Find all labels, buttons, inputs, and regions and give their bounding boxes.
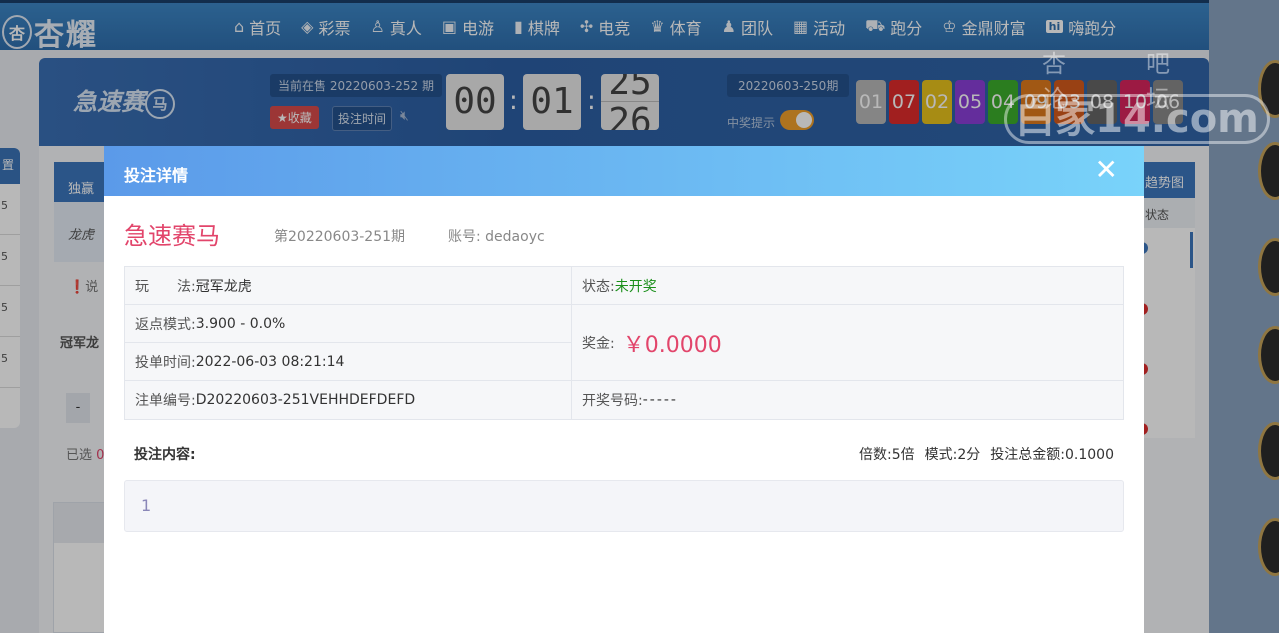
mode-value: 2分 (957, 447, 981, 463)
rebate-cell: 返点模式: 3.900 - 0.0% (125, 305, 571, 342)
status-cell: 状态: 未开奖 (572, 267, 1123, 304)
account-info: 账号: dedaoyc (448, 226, 545, 246)
bet-time-value: 2022-06-03 08:21:14 (195, 353, 345, 370)
multiple-value: 5倍 (891, 447, 915, 463)
draw-cell: 开奖号码: ----- (572, 381, 1123, 419)
order-label: 注单编号: (135, 393, 196, 409)
status-label: 状态: (582, 278, 615, 295)
play-cell: 玩 法: 冠军龙虎 (125, 267, 571, 304)
close-icon[interactable]: ✕ (1095, 155, 1118, 185)
modal-title: 投注详情 (124, 166, 189, 185)
rebate-value: 3.900 - 0.0% (195, 315, 286, 332)
mode-info: 模式:2分 (925, 444, 981, 464)
bet-meta: 倍数:5倍 模式:2分 投注总金额:0.1000 (859, 444, 1114, 464)
play-value: 冠军龙虎 (195, 278, 252, 295)
draw-value: ----- (642, 392, 678, 408)
status-value: 未开奖 (614, 278, 657, 295)
bet-info-table: 玩 法: 冠军龙虎 状态: 未开奖 返点模式: 3.900 - 0.0% 投单时间: 2… (124, 266, 1124, 420)
bet-time-label: 投单时间: (135, 354, 196, 371)
total-value: 0.1000 (1065, 447, 1114, 463)
account-value: dedaoyc (485, 229, 545, 245)
order-value: D20220603-251VEHHDEFDEFD (195, 392, 416, 408)
issue-number: 第20220603-251期 (274, 229, 406, 245)
bet-content-label: 投注内容: (134, 447, 196, 463)
bet-time-cell: 投单时间: 2022-06-03 08:21:14 (125, 343, 571, 380)
mode-label: 模式: (924, 447, 958, 463)
total-info: 投注总金额:0.1000 (990, 444, 1114, 464)
bet-content-box: 1 (124, 480, 1124, 532)
prize-value: ￥0.0000 (622, 332, 722, 358)
bet-detail-modal: 投注详情 ✕ 急速赛马 第20220603-251期 账号: dedaoyc 玩… (104, 146, 1144, 633)
multiple-label: 倍数: (859, 447, 892, 463)
game-name: 急速赛马 (124, 222, 220, 250)
draw-label: 开奖号码: (582, 393, 643, 409)
play-label: 玩 法: (135, 278, 196, 295)
rebate-label: 返点模式: (135, 316, 196, 333)
total-label: 投注总金额: (990, 447, 1065, 463)
prize-cell: 奖金: ￥0.0000 (572, 305, 1123, 380)
prize-label: 奖金: (582, 335, 615, 352)
multiple-info: 倍数:5倍 (859, 444, 915, 464)
order-cell: 注单编号: D20220603-251VEHHDEFDEFD (125, 381, 571, 419)
account-label: 账号: (448, 229, 481, 245)
modal-header: 投注详情 ✕ (104, 146, 1144, 196)
